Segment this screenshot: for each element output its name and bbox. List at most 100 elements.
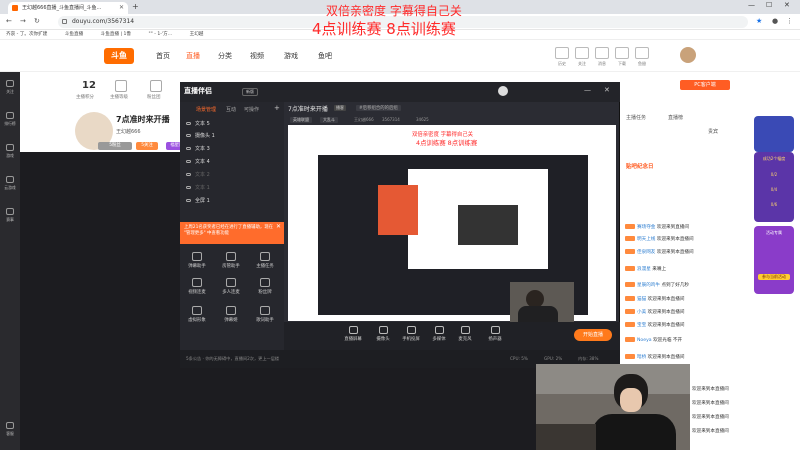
nav-fishbar[interactable]: 鱼吧	[318, 51, 332, 61]
menu-icon[interactable]: ⋮	[786, 17, 793, 25]
tool-button[interactable]: 房管助手	[214, 252, 248, 269]
activity-button[interactable]: 参与当前活动	[758, 274, 790, 280]
eye-off-icon[interactable]	[186, 173, 191, 176]
minimize-icon[interactable]: —	[748, 1, 755, 9]
source-item[interactable]: 文本 5	[186, 120, 210, 127]
chat-tab[interactable]: 主播任务	[626, 114, 646, 121]
tool-button[interactable]: 粉丝牌	[248, 278, 282, 295]
history-icon[interactable]	[555, 47, 569, 59]
message-icon[interactable]	[595, 47, 609, 59]
new-tab-icon[interactable]: +	[132, 2, 139, 11]
bookmark-item[interactable]: "" - 1-'方...	[149, 32, 173, 37]
eye-off-icon[interactable]	[186, 186, 191, 189]
nav-home[interactable]: 首页	[156, 51, 170, 61]
pc-client-button[interactable]: PC客户端	[680, 80, 730, 90]
eye-icon[interactable]	[186, 122, 191, 125]
chat-user[interactable]: 浪漫星	[637, 267, 651, 272]
chat-user[interactable]: 佳泉网友	[637, 250, 655, 255]
bookmark-item[interactable]: 斗鱼直播 | 1鲁	[101, 32, 131, 37]
sidebar-item-rank[interactable]: 排行榜	[0, 112, 20, 127]
eye-icon[interactable]	[186, 199, 191, 202]
tool-button[interactable]: 主播任务	[248, 252, 282, 269]
panel-tab[interactable]: 互动	[226, 106, 236, 113]
tool-button[interactable]: 歌词助手	[248, 306, 282, 323]
sidebar-item-service[interactable]: 客服	[0, 422, 20, 437]
bookmark-star-icon[interactable]: ★	[756, 17, 762, 25]
reload-icon[interactable]: ↻	[34, 17, 40, 25]
nav-live[interactable]: 直播	[186, 51, 200, 61]
close-notice-icon[interactable]: ✕	[276, 224, 281, 230]
chat-user[interactable]: 赛场夺金	[637, 225, 655, 230]
category-chip[interactable]: 英雄联盟	[290, 117, 312, 123]
douyu-logo[interactable]: 斗鱼	[104, 48, 134, 64]
tool-button[interactable]: 虚拟形象	[180, 306, 214, 323]
tool-button[interactable]: 多人连麦	[214, 278, 248, 295]
sidebar-item-game[interactable]: 游戏	[0, 144, 20, 159]
screen-capture-button[interactable]: 直播屏幕	[338, 326, 368, 342]
fishfin-icon[interactable]	[635, 47, 649, 59]
panel-tab[interactable]: 场景管理	[196, 106, 216, 113]
forward-icon[interactable]: →	[20, 17, 26, 25]
streamer-name[interactable]: 王幻越666	[116, 128, 141, 135]
nav-game[interactable]: 游戏	[284, 51, 298, 61]
bookmark-item[interactable]: 齐哀 - 丁。次你扩建	[6, 32, 47, 37]
chat-user[interactable]: Noeya	[637, 338, 652, 343]
stat-value: 3567314	[382, 117, 400, 122]
app-minimize-icon[interactable]: —	[584, 86, 591, 94]
browser-tab[interactable]: 王幻越666直播_斗鱼直播间_斗鱼... ✕	[8, 2, 128, 14]
eye-icon[interactable]	[186, 147, 191, 150]
chat-tab[interactable]: 贵宾	[708, 128, 718, 135]
panel-tab[interactable]: 可操作	[244, 106, 259, 113]
stream-badge[interactable]: 播客	[334, 105, 346, 111]
maximize-icon[interactable]: ☐	[766, 1, 772, 9]
source-item[interactable]: 摄像头 1	[186, 132, 215, 139]
source-item[interactable]: 文本 4	[186, 158, 210, 165]
follow-icon[interactable]	[575, 47, 589, 59]
activity-card[interactable]: 活动专属 参与当前活动	[754, 226, 794, 294]
camera-button[interactable]: 摄像头	[368, 326, 398, 342]
source-item[interactable]: 文本 3	[186, 145, 210, 152]
chat-tab[interactable]: 直播榜	[668, 114, 683, 121]
follow-button[interactable]: 5关注	[136, 142, 158, 150]
close-window-icon[interactable]: ✕	[784, 1, 790, 9]
phone-cast-button[interactable]: 手机投屏	[396, 326, 426, 342]
source-item[interactable]: 文本 1	[186, 184, 210, 191]
chat-user[interactable]: 星辰的鸡牛	[637, 283, 660, 288]
chat-user[interactable]: 明天上线	[637, 237, 655, 242]
start-stream-button[interactable]: 开始直播	[574, 329, 612, 341]
source-item[interactable]: 文本 2	[186, 171, 210, 178]
avatar[interactable]	[680, 47, 696, 63]
app-close-icon[interactable]: ✕	[604, 86, 610, 94]
promo-progress-card[interactable]: 成功2个幅度 0/2 0/4 0/6	[754, 152, 794, 222]
sidebar-item-follow[interactable]: 关注	[0, 80, 20, 95]
microphone-button[interactable]: 麦克风	[450, 326, 480, 342]
source-item[interactable]: 全屏 1	[186, 197, 210, 204]
bookmark-item[interactable]: 斗鱼直播	[65, 32, 83, 37]
sidebar-item-cloudgame[interactable]: 云游戏	[0, 176, 20, 191]
user-avatar[interactable]	[498, 86, 508, 96]
stream-tag[interactable]: #后移组合的的后组	[356, 105, 401, 111]
close-tab-icon[interactable]: ✕	[119, 2, 124, 14]
eye-icon[interactable]	[186, 160, 191, 163]
profile-icon[interactable]: ●	[772, 17, 778, 25]
nav-video[interactable]: 视频	[250, 51, 264, 61]
sidebar-item-events[interactable]: 赛事	[0, 208, 20, 223]
tool-button[interactable]: 弹幕助手	[180, 252, 214, 269]
chat-user[interactable]: 猫猫	[637, 297, 646, 302]
speaker-button[interactable]: 扬声器	[480, 326, 510, 342]
tool-button[interactable]: 弹幕姬	[214, 306, 248, 323]
eye-icon[interactable]	[186, 134, 191, 137]
bookmark-item[interactable]: 王幻越	[190, 32, 204, 37]
chat-user[interactable]: 暗桥	[637, 355, 646, 360]
nav-category[interactable]: 分类	[218, 51, 232, 61]
tool-button[interactable]: 视频连麦	[180, 278, 214, 295]
promo-banner[interactable]	[754, 116, 794, 152]
fans-button[interactable]: 5粉丝	[98, 142, 132, 150]
chat-user[interactable]: 宝宝	[637, 323, 646, 328]
mode-chip[interactable]: 大乱斗	[320, 117, 338, 123]
version-badge[interactable]: 新版	[242, 88, 258, 96]
download-icon[interactable]	[615, 47, 629, 59]
add-source-icon[interactable]: +	[274, 104, 280, 112]
chat-user[interactable]: 小美	[637, 310, 646, 315]
back-icon[interactable]: ←	[6, 17, 12, 25]
